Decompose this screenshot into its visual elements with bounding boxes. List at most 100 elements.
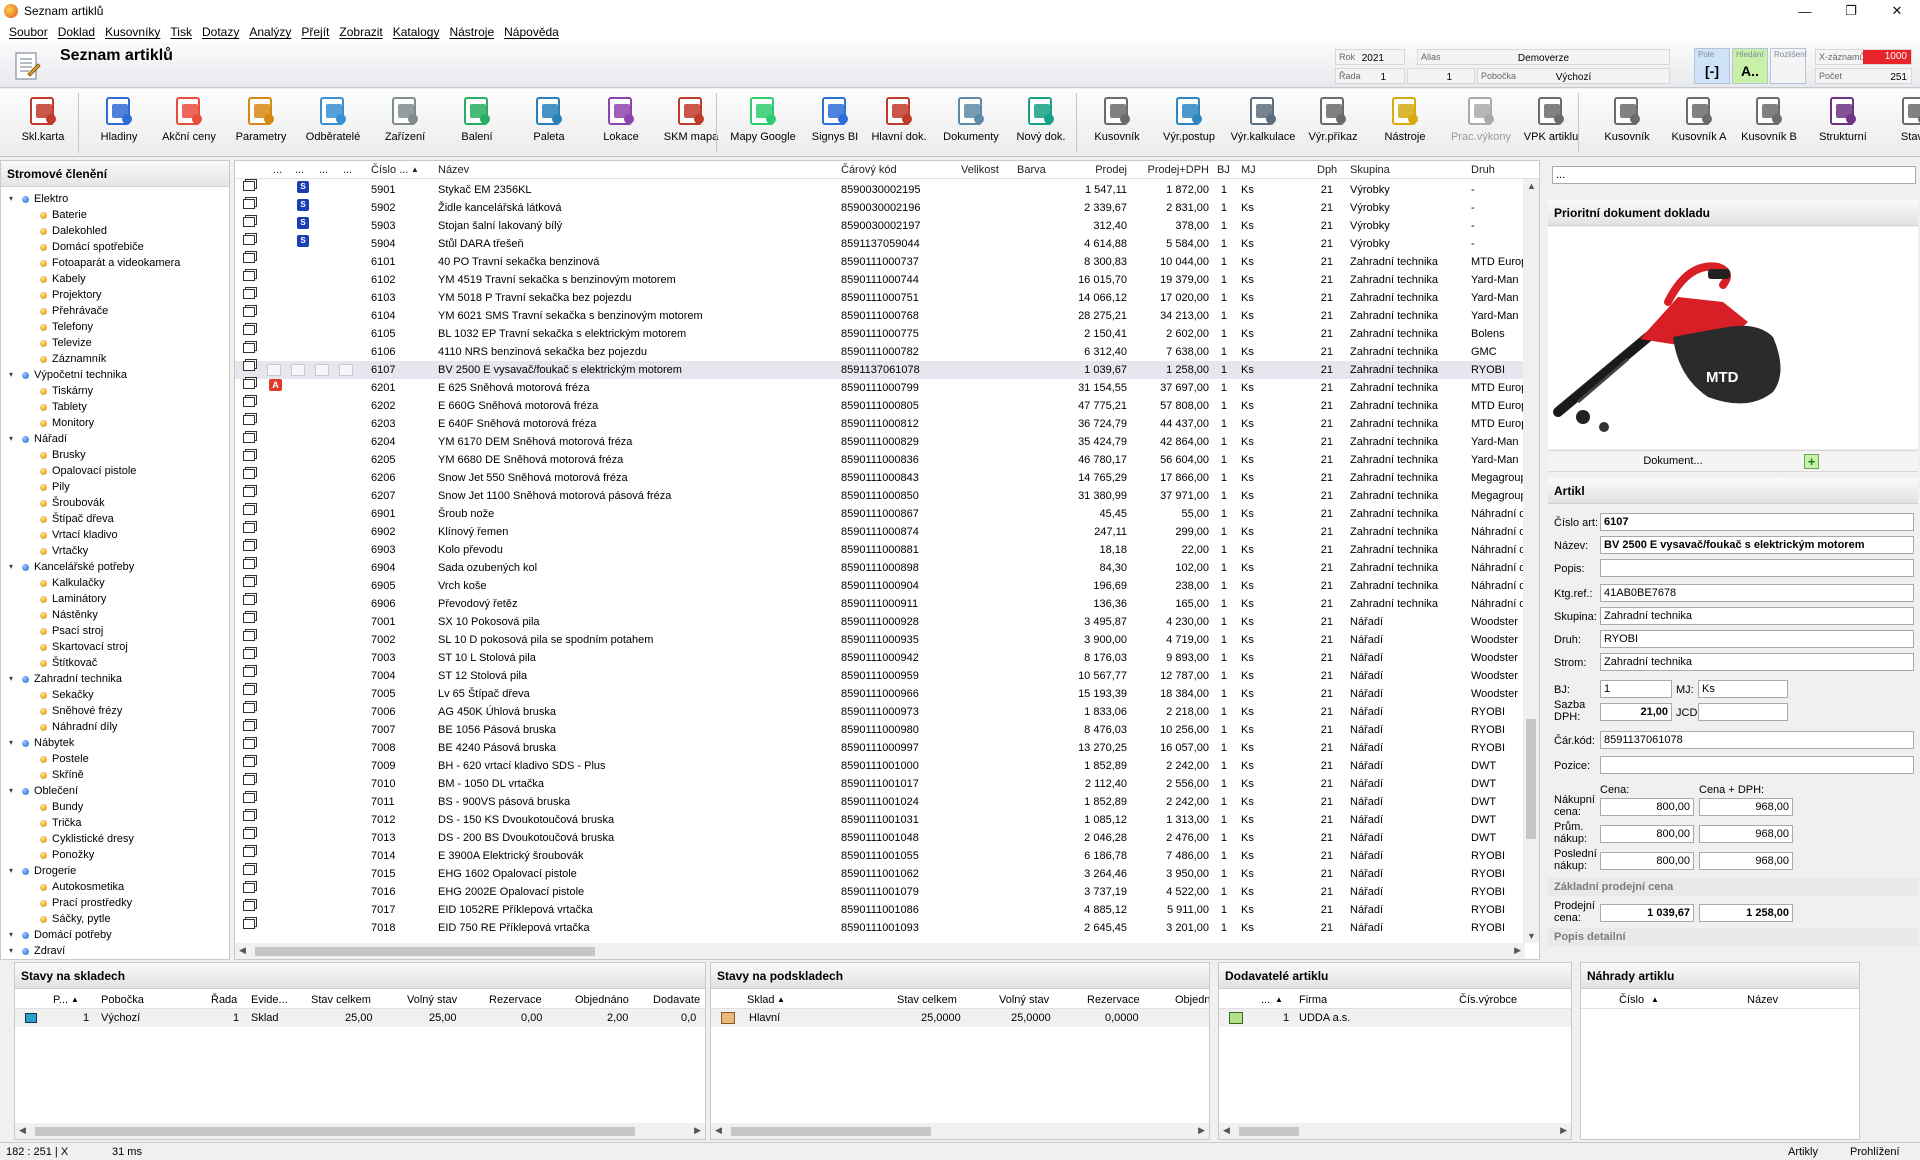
record-icon[interactable]	[243, 415, 255, 425]
tree-node[interactable]: Autokosmetika	[37, 879, 124, 895]
tree-node[interactable]: Trička	[37, 815, 82, 831]
tree-node[interactable]: Šroubovák	[37, 495, 105, 511]
tree-node[interactable]: Štípač dřeva	[37, 511, 114, 527]
tree-node[interactable]: ▾ Elektro	[9, 191, 68, 207]
record-icon[interactable]	[243, 217, 255, 227]
table-row[interactable]: 7017 EID 1052RE Příklepová vrtačka 8590111…	[235, 901, 1525, 919]
toolbar-button-26[interactable]: Stave	[1880, 95, 1920, 153]
table-row[interactable]: 6202 E 660G Sněhová motorová fréza 8590111…	[235, 397, 1527, 415]
record-icon[interactable]	[243, 235, 255, 245]
col-header-2[interactable]: ...	[295, 161, 304, 179]
vertical-scrollbar[interactable]: ▲ ▼	[1523, 179, 1539, 943]
ktg-field[interactable]: 41AB0BE7678	[1600, 584, 1914, 602]
scroll-right-icon[interactable]: ▶	[1198, 1125, 1205, 1136]
expand-toggle-icon[interactable]: ▾	[9, 863, 19, 879]
table-row[interactable]: 6106 4110 NRS benzinová sekačka bez pojez…	[235, 343, 1525, 361]
col-header-1[interactable]: ...	[273, 161, 282, 179]
toolbar-button-18[interactable]: Výr.příkaz	[1298, 95, 1368, 153]
record-icon[interactable]	[243, 559, 255, 569]
table-row[interactable]: 6205 YM 6680 DE Sněhová motorová fréza 859…	[235, 451, 1525, 469]
table-row[interactable]: 7002 SL 10 D pokosová pila se spodním pot…	[235, 631, 1525, 649]
stavy-col-objednano[interactable]: Objednáno	[575, 991, 629, 1009]
table-row[interactable]: 6901 Šroub nože 8590111000867 45,45 55,00 1 Ks…	[235, 505, 1525, 523]
podsklady-col-volny[interactable]: Volný stav	[999, 991, 1049, 1009]
menu-zobrazit[interactable]: Zobrazit	[334, 25, 387, 39]
col-header-skupina[interactable]: Skupina	[1350, 161, 1390, 179]
record-icon[interactable]	[243, 505, 255, 515]
nazev-field[interactable]: BV 2500 E vysavač/foukač s elektrickým m…	[1600, 536, 1914, 554]
table-row[interactable]: 7011 BS - 900VS pásová bruska 859011100102…	[235, 793, 1525, 811]
toolbar-button-7[interactable]: Paleta	[514, 95, 584, 153]
prodejni-dph-field[interactable]: 1 258,00	[1699, 904, 1793, 922]
record-icon[interactable]	[243, 613, 255, 623]
toolbar-button-11[interactable]: Signys BI	[800, 95, 870, 153]
plus-icon[interactable]: +	[1804, 454, 1819, 469]
tree-node[interactable]: ▾ Nábytek	[9, 735, 74, 751]
scroll-right-icon[interactable]: ▶	[1560, 1125, 1567, 1136]
col-header-4[interactable]: ...	[343, 161, 352, 179]
sazba-field[interactable]: 21,00	[1600, 703, 1672, 721]
tree-node[interactable]: Cyklistické dresy	[37, 831, 134, 847]
podsklady-scroll-thumb[interactable]	[731, 1127, 931, 1136]
expand-toggle-icon[interactable]: ▾	[9, 191, 19, 207]
menu-napoveda[interactable]: Nápověda	[499, 25, 564, 39]
table-row[interactable]: 7014 E 3900A Elektrický šroubovák 85901110…	[235, 847, 1525, 865]
tree-node[interactable]: Ponožky	[37, 847, 94, 863]
table-row[interactable]: S 5902 Židle kancelářská látková 8590030002…	[235, 199, 1525, 217]
dodavatele-scroll-thumb[interactable]	[1239, 1127, 1299, 1136]
record-icon[interactable]	[243, 397, 255, 407]
tree-node[interactable]: Vrtací kladivo	[37, 527, 118, 543]
dodavatele-scrollbar[interactable]: ◀ ▶	[1219, 1123, 1571, 1139]
podsklady-col-objedn[interactable]: Objedn	[1175, 991, 1209, 1009]
record-icon[interactable]	[243, 703, 255, 713]
col-header-prodej-dph[interactable]: Prodej+DPH	[1131, 161, 1209, 179]
pole-indicator[interactable]: Pole [-]	[1694, 48, 1730, 84]
table-row[interactable]: 6203 E 640F Sněhová motorová fréza 8590111…	[235, 415, 1527, 433]
tree-node[interactable]: Kabely	[37, 271, 86, 287]
record-icon[interactable]	[243, 685, 255, 695]
record-icon[interactable]	[243, 307, 255, 317]
stavy-col-pobocka[interactable]: Pobočka	[101, 991, 144, 1009]
dodavatele-col-firma[interactable]: Firma	[1299, 991, 1327, 1009]
cislo-field[interactable]: 6107	[1600, 513, 1914, 531]
nakupni-dph-field[interactable]: 968,00	[1699, 798, 1793, 816]
record-icon[interactable]	[243, 667, 255, 677]
rozliseni-indicator[interactable]: Rozlišení	[1770, 48, 1807, 84]
table-row[interactable]: A 6201 E 625 Sněhová motorová fréza 8590111…	[235, 379, 1527, 397]
table-row[interactable]: 7016 EHG 2002E Opalovací pistole 859011100…	[235, 883, 1525, 901]
table-row[interactable]: 7018 EID 750 RE Příklepová vrtačka 8590111…	[235, 919, 1525, 937]
scroll-left-icon[interactable]: ◀	[19, 1125, 26, 1136]
record-icon[interactable]	[243, 883, 255, 893]
posledni-field[interactable]: 800,00	[1600, 852, 1694, 870]
table-row[interactable]: 7007 BE 1056 Pásová bruska 8590111000980 8 …	[235, 721, 1525, 739]
table-row[interactable]: 6906 Převodový řetěz 8590111000911 136,36 16…	[235, 595, 1525, 613]
record-icon[interactable]	[243, 577, 255, 587]
table-row[interactable]: 7008 BE 4240 Pásová bruska 8590111000997 13…	[235, 739, 1525, 757]
table-row[interactable]: 1 UDDA a.s.	[1219, 1009, 1571, 1027]
menu-tisk[interactable]: Tisk	[165, 25, 197, 39]
popis-field[interactable]	[1600, 559, 1914, 577]
tree-node[interactable]: Projektory	[37, 287, 102, 303]
tree-node[interactable]: Tablety	[37, 399, 87, 415]
expand-toggle-icon[interactable]: ▾	[9, 735, 19, 751]
col-header-nazev[interactable]: Název	[438, 161, 469, 179]
table-row[interactable]: 6103 YM 5018 P Travní sekačka bez pojezdu…	[235, 289, 1525, 307]
table-row[interactable]: 6105 BL 1032 EP Travní sekačka s elektric…	[235, 325, 1525, 343]
menu-doklad[interactable]: Doklad	[53, 25, 100, 39]
expand-toggle-icon[interactable]: ▾	[9, 943, 19, 959]
stavy-col-evidence[interactable]: Evide...	[251, 991, 288, 1009]
toolbar-button-16[interactable]: Výr.postup	[1154, 95, 1224, 153]
bj-field[interactable]: 1	[1600, 680, 1672, 698]
stavy-scrollbar[interactable]: ◀ ▶	[15, 1123, 705, 1139]
table-row[interactable]: S 5904 Stůl DARA třešeň 8591137059044 4 614,…	[235, 235, 1525, 253]
table-row[interactable]: 6102 YM 4519 Travní sekačka s benzinovým …	[235, 271, 1525, 289]
record-icon[interactable]	[243, 721, 255, 731]
record-icon[interactable]	[243, 793, 255, 803]
stavy-scroll-thumb[interactable]	[35, 1127, 635, 1136]
toolbar-button-0[interactable]: Skl.karta	[8, 95, 78, 153]
stavy-col-stav-celkem[interactable]: Stav celkem	[311, 991, 371, 1009]
col-header-mj[interactable]: MJ	[1241, 161, 1256, 179]
col-header-cislo[interactable]: Číslo ...	[371, 161, 408, 179]
table-row[interactable]: S 5901 Stykač EM 2356KL 8590030002195 1 547,…	[235, 181, 1525, 199]
toolbar-button-25[interactable]: Strukturní	[1808, 95, 1878, 153]
